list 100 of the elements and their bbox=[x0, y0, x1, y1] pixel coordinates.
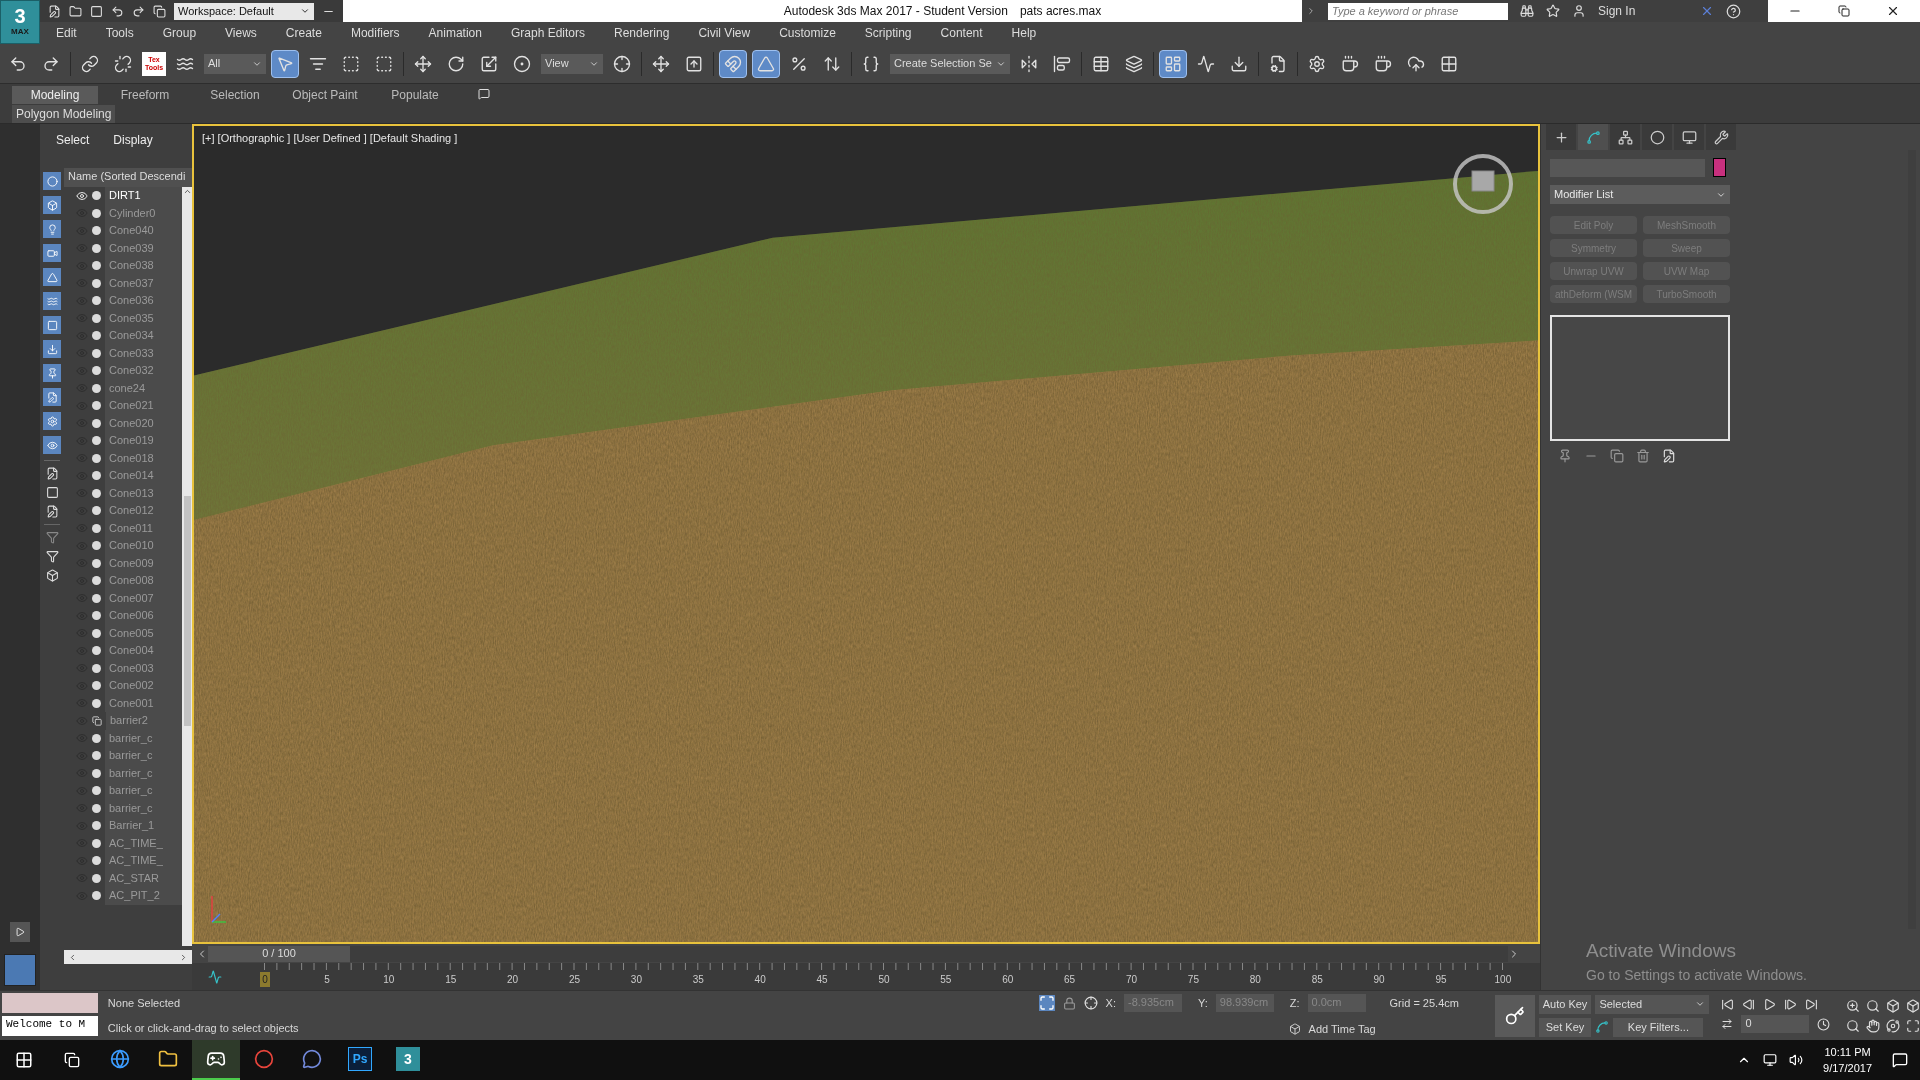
volume-icon[interactable] bbox=[1789, 1053, 1804, 1067]
ribbon-panel-title[interactable]: Polygon Modeling bbox=[12, 104, 116, 123]
app-logo[interactable]: 3 MAX bbox=[0, 0, 40, 44]
key-filters-button[interactable]: Key Filters... bbox=[1613, 1017, 1704, 1037]
utilities-tab[interactable] bbox=[1706, 124, 1736, 150]
trash-icon[interactable] bbox=[1636, 449, 1650, 463]
maximize-icon[interactable] bbox=[1906, 1018, 1920, 1033]
object-name[interactable]: AC_TIME_ bbox=[105, 852, 182, 870]
object-name[interactable]: Cone012 bbox=[105, 502, 182, 520]
object-color-swatch[interactable] bbox=[1713, 158, 1726, 177]
configure-icon[interactable] bbox=[1662, 449, 1676, 463]
pointer-icon[interactable] bbox=[271, 49, 299, 78]
user-icon[interactable] bbox=[1572, 4, 1586, 18]
filter-toggle[interactable] bbox=[43, 388, 61, 406]
zoom-region-icon[interactable] bbox=[1846, 1018, 1861, 1033]
scroll-thumb[interactable] bbox=[183, 496, 191, 726]
filter-toggle[interactable] bbox=[43, 268, 61, 286]
ribbon-tab[interactable]: Populate bbox=[372, 86, 458, 104]
curve-icon[interactable] bbox=[208, 969, 222, 984]
menu-item[interactable]: Customize bbox=[779, 24, 836, 42]
key-mode-dropdown[interactable]: Selected bbox=[1595, 994, 1710, 1014]
redo-icon[interactable] bbox=[132, 4, 145, 18]
sign-in-link[interactable]: Sign In bbox=[1598, 2, 1688, 20]
object-name[interactable]: Cone002 bbox=[105, 677, 182, 695]
object-name[interactable]: Cone010 bbox=[105, 537, 182, 555]
object-name[interactable]: Cone004 bbox=[105, 642, 182, 660]
key-mode-icon[interactable] bbox=[1721, 1018, 1734, 1030]
lock-icon[interactable] bbox=[1062, 996, 1076, 1010]
pan-icon[interactable] bbox=[1866, 1018, 1881, 1033]
clock-time[interactable]: 10:11 PM bbox=[1824, 1043, 1871, 1060]
menu-item[interactable]: Graph Editors bbox=[510, 24, 585, 42]
magnet-icon[interactable] bbox=[719, 49, 747, 78]
filter-toggle[interactable] bbox=[43, 292, 61, 310]
document-icon[interactable] bbox=[45, 505, 59, 518]
add-time-tag[interactable]: Add Time Tag bbox=[1308, 1020, 1376, 1037]
object-name[interactable]: DIRT1 bbox=[105, 187, 182, 205]
frame-field[interactable]: 0 bbox=[1741, 1015, 1810, 1033]
frame-thumb[interactable]: 0 bbox=[260, 972, 270, 987]
object-name[interactable]: Cone006 bbox=[105, 607, 182, 625]
modify-tab[interactable] bbox=[1578, 124, 1608, 150]
search-field[interactable]: Type a keyword or phrase bbox=[1328, 2, 1508, 20]
scroll-right-icon[interactable] bbox=[179, 952, 188, 962]
menu-item[interactable]: Group bbox=[162, 24, 197, 42]
viewport[interactable]: [+] [Orthographic ] [User Defined ] [Default Shading ] bbox=[192, 124, 1540, 944]
filter-toggle[interactable] bbox=[43, 436, 61, 454]
object-name[interactable]: AC_PIT_2 bbox=[105, 887, 182, 905]
network-icon[interactable] bbox=[1763, 1053, 1778, 1067]
undo-icon[interactable] bbox=[111, 4, 124, 18]
filter-toggle[interactable] bbox=[43, 196, 61, 214]
maxscript-button[interactable] bbox=[4, 954, 36, 986]
object-name[interactable]: Cone034 bbox=[105, 327, 182, 345]
menu-item[interactable]: Help bbox=[1011, 24, 1037, 42]
object-name[interactable]: Cone014 bbox=[105, 467, 182, 485]
hierarchy-tab[interactable] bbox=[1610, 124, 1640, 150]
toolbar-dropdown[interactable]: View bbox=[541, 53, 603, 74]
container-icon[interactable] bbox=[45, 569, 59, 582]
document-icon[interactable] bbox=[45, 467, 59, 480]
menu-item[interactable]: Content bbox=[940, 24, 983, 42]
next-frame-icon[interactable] bbox=[1784, 998, 1798, 1011]
menu-item[interactable]: Create bbox=[285, 24, 322, 42]
transform-mode-icon[interactable] bbox=[1083, 996, 1098, 1010]
visibility-eye-icon[interactable] bbox=[76, 189, 88, 202]
object-name[interactable]: Cone038 bbox=[105, 257, 182, 275]
notifications-icon[interactable] bbox=[1892, 1052, 1908, 1068]
menu-item[interactable]: Animation bbox=[428, 24, 482, 42]
ribbon-tab[interactable]: Selection bbox=[192, 86, 278, 104]
object-name[interactable]: Cone021 bbox=[105, 397, 182, 415]
set-key-mode-button[interactable]: Set Key bbox=[1538, 1017, 1592, 1037]
menu-item[interactable]: Tools bbox=[105, 24, 134, 42]
play-icon[interactable] bbox=[1763, 998, 1777, 1011]
filter-toggle[interactable] bbox=[43, 340, 61, 358]
workspace-dropdown[interactable]: Workspace: Default bbox=[174, 2, 314, 20]
column-header[interactable]: Name (Sorted Descendi bbox=[64, 168, 192, 187]
filter-toggle[interactable] bbox=[43, 316, 61, 334]
filter-toggle[interactable] bbox=[43, 412, 61, 430]
taskbar-app[interactable]: 3 bbox=[384, 1040, 432, 1080]
viewport-label[interactable]: [+] [Orthographic ] [User Defined ] [Default Shading ] bbox=[202, 130, 458, 147]
filter-toggle[interactable] bbox=[43, 172, 61, 190]
menu-item[interactable]: Civil View bbox=[698, 24, 751, 42]
horizontal-scrollbar[interactable] bbox=[64, 950, 192, 964]
set-key-button[interactable] bbox=[1494, 994, 1535, 1037]
zoom-extents-all-icon[interactable] bbox=[1906, 998, 1920, 1013]
time-slider-track[interactable]: 0 / 100 bbox=[208, 945, 1508, 962]
binoculars-icon[interactable] bbox=[1520, 4, 1534, 18]
menu-item[interactable]: Edit bbox=[56, 24, 77, 42]
go-to-end-icon[interactable] bbox=[1805, 998, 1819, 1011]
ribbon-options-icon[interactable] bbox=[478, 88, 490, 100]
star-icon[interactable] bbox=[1546, 4, 1560, 18]
time-slider-thumb[interactable]: 0 / 100 bbox=[208, 945, 350, 962]
auto-key-button[interactable]: Auto Key bbox=[1538, 994, 1592, 1014]
object-name[interactable]: barrier2 bbox=[106, 712, 182, 730]
object-name[interactable]: barrier_c bbox=[105, 747, 182, 765]
taskbar-app[interactable] bbox=[192, 1040, 240, 1080]
toolbar-dropdown[interactable]: Create Selection Se bbox=[890, 53, 1010, 74]
object-name[interactable]: Cone040 bbox=[105, 222, 182, 240]
filter-toggle[interactable] bbox=[43, 220, 61, 238]
clock-date[interactable]: 9/17/2017 bbox=[1823, 1060, 1872, 1077]
zoom-all-icon[interactable] bbox=[1866, 998, 1881, 1013]
help-icon[interactable] bbox=[1726, 3, 1741, 19]
display-tab[interactable] bbox=[1674, 124, 1704, 150]
